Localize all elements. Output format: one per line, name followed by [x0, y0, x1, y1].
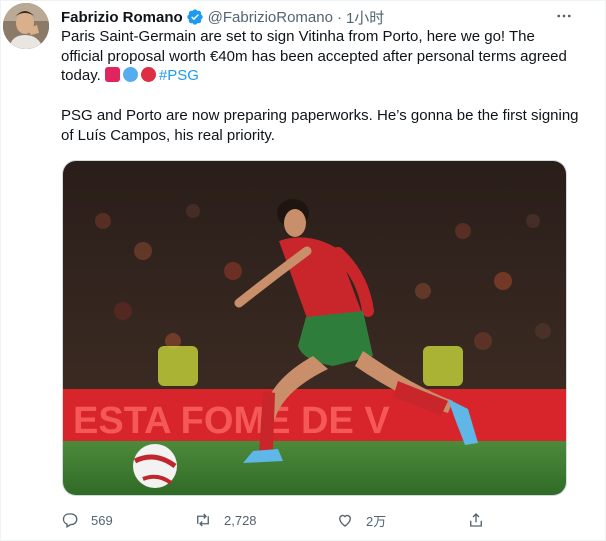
retweet-action[interactable]: 2,728: [194, 506, 257, 534]
reply-icon: [62, 513, 78, 528]
red-circle-emoji-icon: [140, 67, 156, 83]
like-count: 2万: [366, 513, 387, 529]
verified-badge-icon: [186, 8, 204, 26]
more-options-icon[interactable]: [553, 5, 575, 27]
tweet-media-image[interactable]: ESTA FOME DE V: [62, 160, 567, 496]
tweet-paragraph-2: PSG and Porto are now preparing paperwor…: [61, 107, 579, 144]
retweet-icon: [197, 513, 209, 527]
tweet-text: Paris Saint-Germain are set to sign Viti…: [61, 27, 581, 146]
tweet-card[interactable]: Fabrizio Romano @FabrizioRomano · 1小时 Pa…: [0, 0, 606, 541]
tweet-paragraph-1: Paris Saint-Germain are set to sign Viti…: [61, 27, 581, 86]
football-player-photo: ESTA FOME DE V: [63, 161, 566, 495]
tweet-actions: 569 2,728 2万: [61, 506, 581, 534]
share-action[interactable]: [467, 506, 497, 534]
avatar-photo: [3, 3, 49, 49]
like-action[interactable]: 2万: [336, 506, 386, 534]
blue-circle-emoji-icon: [122, 67, 138, 83]
author-avatar[interactable]: [3, 3, 49, 49]
author-handle[interactable]: @FabrizioRomano: [208, 9, 333, 26]
author-name[interactable]: Fabrizio Romano: [61, 9, 183, 26]
tweet-header: Fabrizio Romano @FabrizioRomano · 1小时: [61, 6, 384, 28]
header-separator: ·: [336, 8, 342, 26]
tweet-timestamp[interactable]: 1小时: [346, 7, 384, 28]
stadium-board-text: ESTA FOME DE V: [73, 400, 390, 442]
siren-emoji-icon: [104, 67, 120, 83]
reply-action[interactable]: 569: [61, 506, 113, 534]
hashtag-link[interactable]: #PSG: [159, 67, 199, 84]
heart-icon: [339, 514, 351, 527]
reply-count: 569: [91, 512, 113, 528]
retweet-count: 2,728: [224, 512, 257, 528]
share-icon: [470, 513, 482, 527]
